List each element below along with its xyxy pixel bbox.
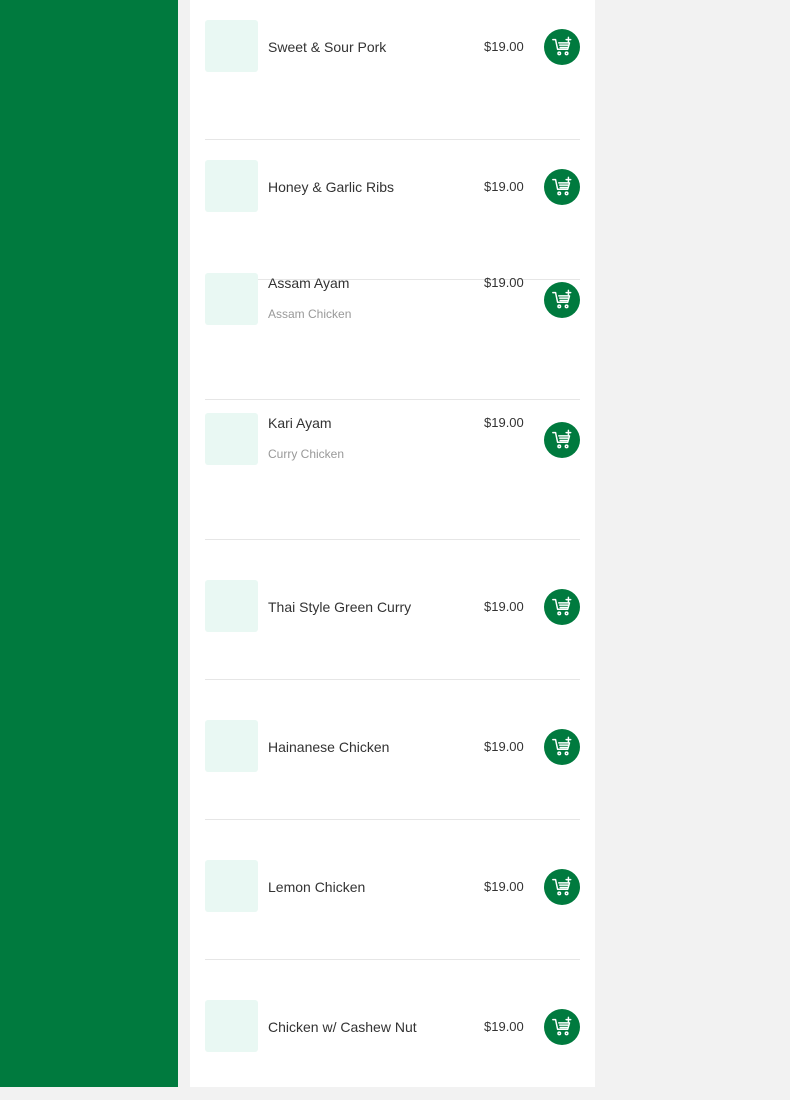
item-name: Thai Style Green Curry: [268, 599, 412, 615]
item-thumbnail: [205, 20, 258, 72]
item-price: $19.00: [484, 599, 524, 614]
item-thumbnail: [205, 413, 258, 465]
item-thumbnail: [205, 160, 258, 212]
item-name: Kari Ayam: [268, 415, 332, 431]
item-price: $19.00: [484, 415, 524, 430]
menu-list: Sweet & Sour Pork $19.00 Honey & Garlic …: [190, 0, 595, 1087]
add-to-cart-icon: [552, 876, 572, 896]
add-to-cart-button[interactable]: [544, 1009, 580, 1045]
add-to-cart-button[interactable]: [544, 169, 580, 205]
add-to-cart-button[interactable]: [544, 422, 580, 458]
add-to-cart-icon: [552, 176, 572, 196]
item-name: Sweet & Sour Pork: [268, 39, 387, 55]
item-subtitle: Curry Chicken: [268, 447, 345, 461]
add-to-cart-button[interactable]: [544, 729, 580, 765]
item-name: Honey & Garlic Ribs: [268, 179, 395, 195]
item-price: $19.00: [484, 1019, 524, 1034]
add-to-cart-icon: [552, 1016, 572, 1036]
menu-item-thai-style-green-curry[interactable]: Thai Style Green Curry $19.00: [205, 540, 580, 680]
item-name: Lemon Chicken: [268, 879, 366, 895]
item-price: $19.00: [484, 39, 524, 54]
item-thumbnail: [205, 273, 258, 325]
menu-item-hainanese-chicken[interactable]: Hainanese Chicken $19.00: [205, 680, 580, 820]
add-to-cart-icon: [552, 736, 572, 756]
item-thumbnail: [205, 580, 258, 632]
add-to-cart-icon: [552, 36, 572, 56]
menu-item-lemon-chicken[interactable]: Lemon Chicken $19.00: [205, 820, 580, 960]
add-to-cart-button[interactable]: [544, 869, 580, 905]
item-price: $19.00: [484, 275, 524, 290]
menu-item-kari-ayam[interactable]: Kari Ayam Curry Chicken $19.00: [205, 400, 580, 540]
menu-item-assam-ayam[interactable]: Assam Ayam Assam Chicken $19.00: [205, 260, 580, 400]
add-to-cart-icon: [552, 289, 572, 309]
add-to-cart-button[interactable]: [544, 282, 580, 318]
menu-item-chicken-cashew-nut[interactable]: Chicken w/ Cashew Nut $19.00: [205, 960, 580, 1100]
item-price: $19.00: [484, 739, 524, 754]
menu-item-sweet-sour-pork[interactable]: Sweet & Sour Pork $19.00: [205, 0, 580, 140]
add-to-cart-button[interactable]: [544, 29, 580, 65]
item-subtitle: Assam Chicken: [268, 307, 352, 321]
item-price: $19.00: [484, 179, 524, 194]
item-price: $19.00: [484, 879, 524, 894]
add-to-cart-button[interactable]: [544, 589, 580, 625]
item-name: Hainanese Chicken: [268, 739, 390, 755]
add-to-cart-icon: [552, 596, 572, 616]
item-thumbnail: [205, 720, 258, 772]
item-name: Chicken w/ Cashew Nut: [268, 1019, 417, 1035]
item-thumbnail: [205, 860, 258, 912]
item-name: Assam Ayam: [268, 275, 350, 291]
menu-item-honey-garlic-ribs[interactable]: Honey & Garlic Ribs $19.00: [205, 140, 580, 280]
add-to-cart-icon: [552, 429, 572, 449]
sidebar: [0, 0, 178, 1087]
item-thumbnail: [205, 1000, 258, 1052]
